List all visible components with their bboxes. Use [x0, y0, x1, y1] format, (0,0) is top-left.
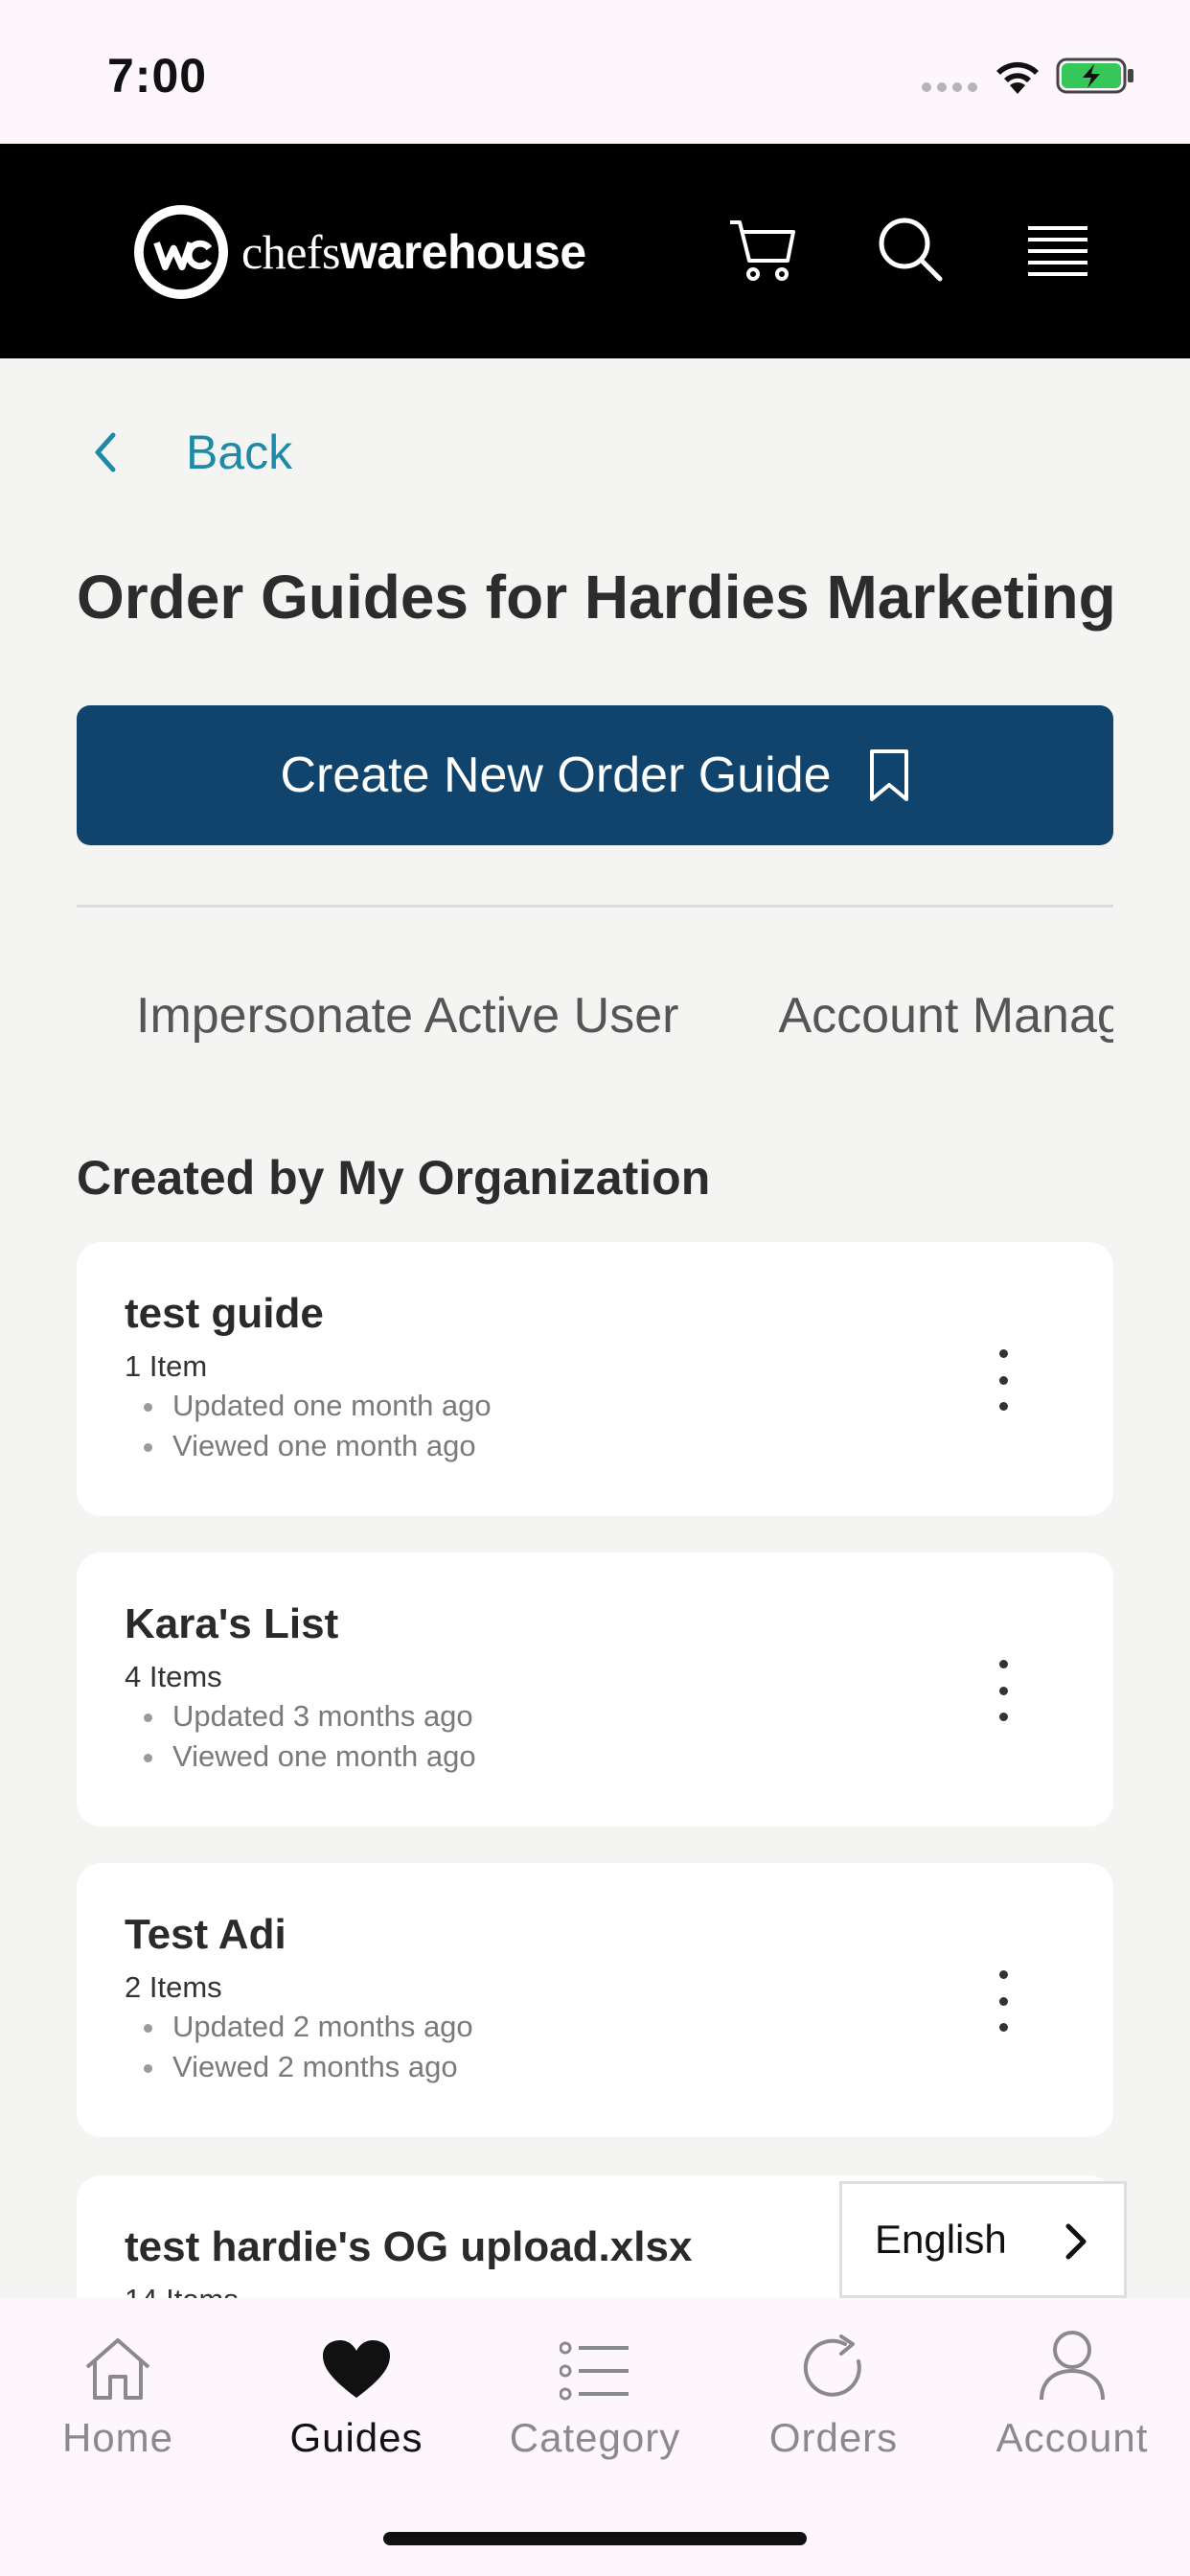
wifi-icon [996, 61, 1039, 94]
cellular-signal-icon [922, 82, 977, 92]
more-options-icon[interactable] [989, 1660, 1018, 1721]
create-order-guide-label: Create New Order Guide [280, 748, 832, 803]
search-icon[interactable] [872, 211, 949, 288]
tab-label: Account [995, 2415, 1149, 2460]
order-guide-card[interactable]: Kara's List 4 Items Updated 3 months ago… [77, 1552, 1113, 1827]
guide-updated: Updated 3 months ago [125, 1696, 476, 1736]
guide-meta: Updated 2 months ago Viewed 2 months ago [125, 2007, 473, 2087]
guide-item-count: 1 Item [125, 1349, 208, 1383]
back-button[interactable]: Back [77, 422, 292, 483]
list-icon [560, 2341, 629, 2401]
tab-label: Home [61, 2415, 174, 2460]
heart-icon [323, 2340, 390, 2398]
guide-viewed: Viewed one month ago [125, 1736, 476, 1777]
cart-icon[interactable] [724, 211, 801, 288]
app-header: chefswarehouse [0, 144, 1190, 358]
tab-label: Category [509, 2415, 681, 2460]
account-tab-strip: Impersonate Active User Account Manag [77, 958, 1113, 1073]
order-guide-card[interactable]: Test Adi 2 Items Updated 2 months ago Vi… [77, 1863, 1113, 2137]
guide-viewed: Viewed 2 months ago [125, 2047, 473, 2087]
guide-meta: Updated 3 months ago Viewed one month ag… [125, 1696, 476, 1777]
more-options-icon[interactable] [989, 1349, 1018, 1411]
tab-impersonate-active-user[interactable]: Impersonate Active User [136, 958, 678, 1073]
guide-meta: Updated one month ago Viewed one month a… [125, 1386, 492, 1466]
divider [77, 905, 1113, 908]
tab-account[interactable]: Account [976, 2321, 1168, 2461]
refresh-icon [803, 2334, 861, 2397]
brand-name: chefswarehouse [241, 225, 586, 279]
language-label: English [875, 2217, 1007, 2262]
guide-item-count: 4 Items [125, 1660, 222, 1693]
guide-viewed: Viewed one month ago [125, 1426, 492, 1466]
home-icon [85, 2338, 150, 2400]
chevron-right-icon [1065, 2223, 1087, 2260]
menu-icon[interactable] [1019, 211, 1096, 288]
tab-orders[interactable]: Orders [738, 2321, 929, 2461]
order-guide-card[interactable]: test guide 1 Item Updated one month ago … [77, 1242, 1113, 1516]
bookmark-icon [869, 749, 908, 801]
chevron-left-icon [95, 432, 116, 472]
brand-logo[interactable]: chefswarehouse [134, 205, 586, 299]
language-selector[interactable]: English [839, 2181, 1127, 2298]
logo-mark-icon [134, 205, 228, 299]
guide-item-count: 2 Items [125, 1970, 222, 2004]
status-time: 7:00 [107, 49, 208, 103]
tab-category[interactable]: Category [499, 2321, 691, 2461]
tab-label: Guides [289, 2415, 423, 2460]
tab-account-manager[interactable]: Account Manag [778, 958, 1113, 1073]
tab-home[interactable]: Home [22, 2321, 214, 2461]
tab-label: Orders [768, 2415, 899, 2460]
guide-name: Kara's List [125, 1600, 339, 1647]
guide-updated: Updated one month ago [125, 1386, 492, 1426]
bottom-tab-bar: Home Guides Category Orders Account [0, 2298, 1190, 2576]
battery-charging-icon [1056, 58, 1133, 94]
page-title: Order Guides for Hardies Marketing [77, 563, 1116, 632]
guide-name: test hardie's OG upload.xlsx [125, 2223, 693, 2270]
back-label: Back [186, 426, 293, 479]
home-indicator [383, 2532, 807, 2545]
status-bar: 7:00 [0, 0, 1190, 144]
tab-guides[interactable]: Guides [261, 2321, 452, 2461]
section-title: Created by My Organization [77, 1151, 711, 1205]
guide-updated: Updated 2 months ago [125, 2007, 473, 2047]
create-order-guide-button[interactable]: Create New Order Guide [77, 705, 1113, 845]
guide-name: test guide [125, 1290, 324, 1337]
guide-name: Test Adi [125, 1911, 286, 1958]
more-options-icon[interactable] [989, 1970, 1018, 2032]
user-icon [1040, 2331, 1105, 2401]
